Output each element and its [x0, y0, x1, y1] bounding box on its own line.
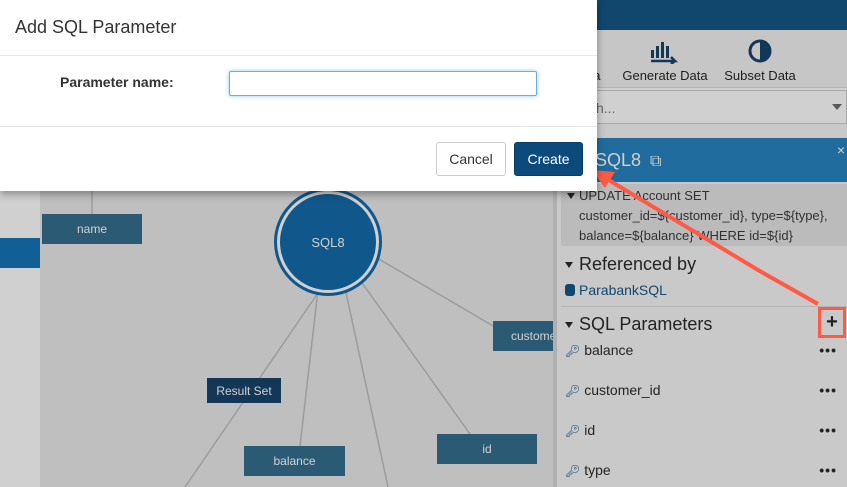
divider	[0, 55, 597, 56]
parameter-name-input[interactable]	[229, 71, 537, 96]
create-button[interactable]: Create	[514, 142, 583, 176]
cancel-button[interactable]: Cancel	[436, 142, 506, 176]
dialog-title: Add SQL Parameter	[15, 17, 177, 37]
add-parameter-button[interactable]: +	[818, 307, 846, 338]
parameter-name-label: Parameter name:	[60, 74, 174, 90]
divider	[0, 126, 597, 127]
add-sql-parameter-dialog: Add SQL Parameter Parameter name: Cancel…	[0, 0, 597, 191]
